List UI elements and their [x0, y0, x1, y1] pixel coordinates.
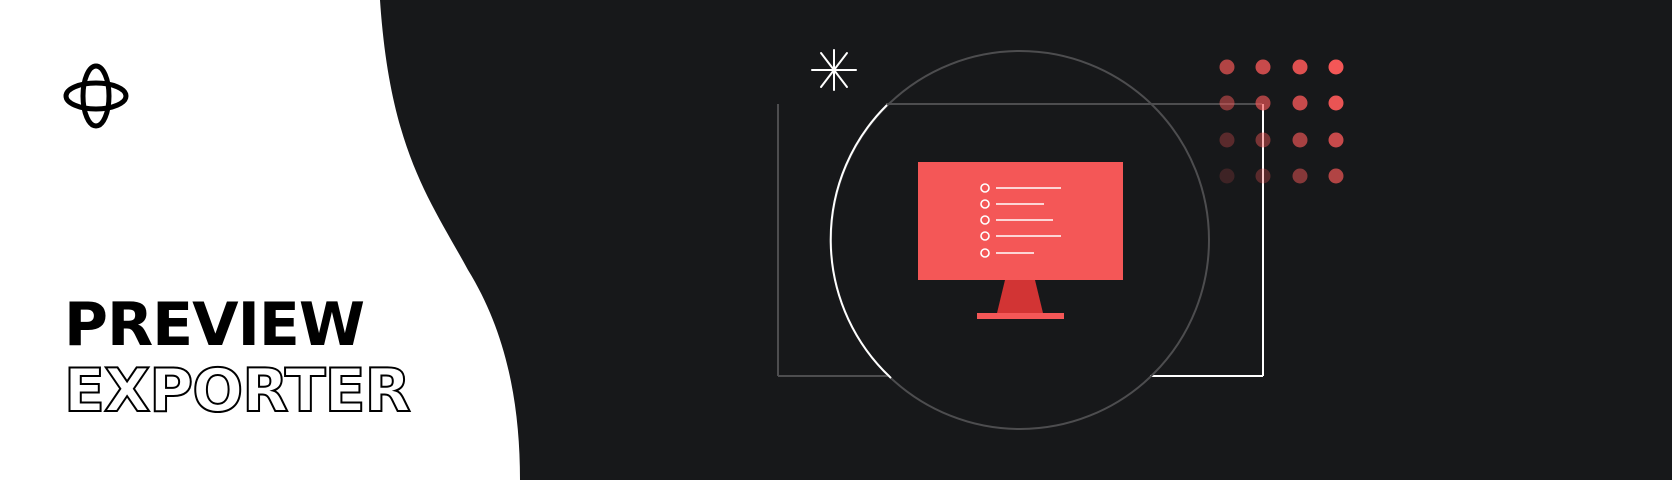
monitor-illustration	[777, 49, 1344, 430]
monitor-neck	[997, 280, 1043, 313]
monitor-base	[977, 313, 1064, 319]
sparkle-icon	[811, 49, 857, 91]
monitor-list-icon	[918, 162, 1123, 319]
outline-circle-highlight	[829, 104, 892, 379]
monitor-screen	[918, 162, 1123, 280]
banner: PREVIEW EXPORTER	[0, 0, 1672, 480]
dot-grid-icon	[1219, 59, 1344, 184]
